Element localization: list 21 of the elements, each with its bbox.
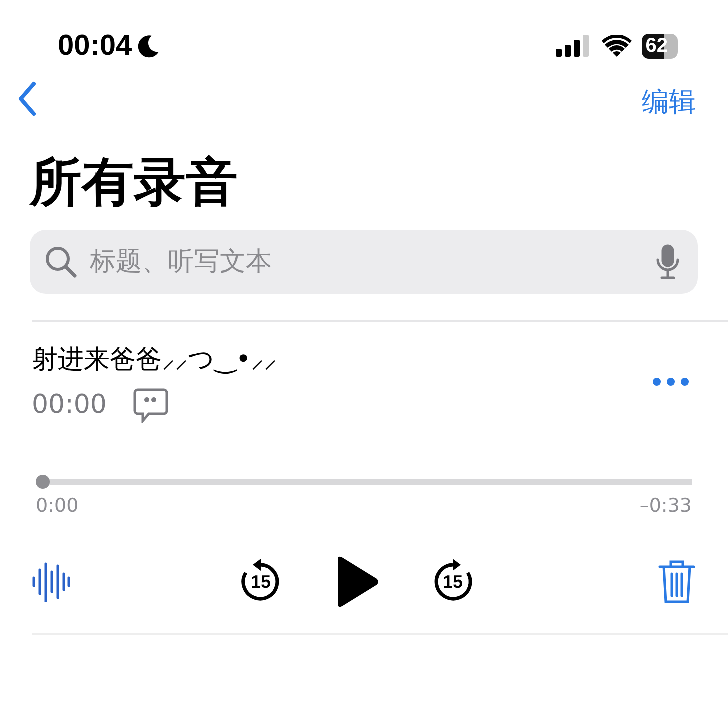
search-bar[interactable]: 标题、听写文本 <box>30 230 698 294</box>
recording-title: 射进来爸爸⸝⸝つ‿•⸝⸝ <box>32 344 278 377</box>
search-field[interactable]: 标题、听写文本 <box>88 246 646 278</box>
signal-icon <box>556 35 592 57</box>
search-icon <box>44 245 78 279</box>
wifi-icon <box>602 35 632 57</box>
skip-back-button[interactable]: 15 <box>238 559 284 605</box>
remaining-time: –0:33 <box>640 495 692 517</box>
delete-button[interactable] <box>658 559 696 605</box>
page-title: 所有录音 <box>30 152 238 215</box>
ellipsis-icon <box>652 376 690 386</box>
waveform-icon <box>32 562 70 602</box>
recording-duration: 00:00 <box>32 390 107 420</box>
chevron-left-icon <box>18 80 38 116</box>
elapsed-time: 0:00 <box>36 495 79 517</box>
waveform-button[interactable] <box>32 562 70 602</box>
skip-forward-button[interactable]: 15 <box>430 559 476 605</box>
trash-icon <box>658 559 696 605</box>
edit-button[interactable]: 编辑 <box>642 84 696 120</box>
microphone-icon <box>656 244 680 280</box>
clock: 00:04 <box>58 30 132 62</box>
